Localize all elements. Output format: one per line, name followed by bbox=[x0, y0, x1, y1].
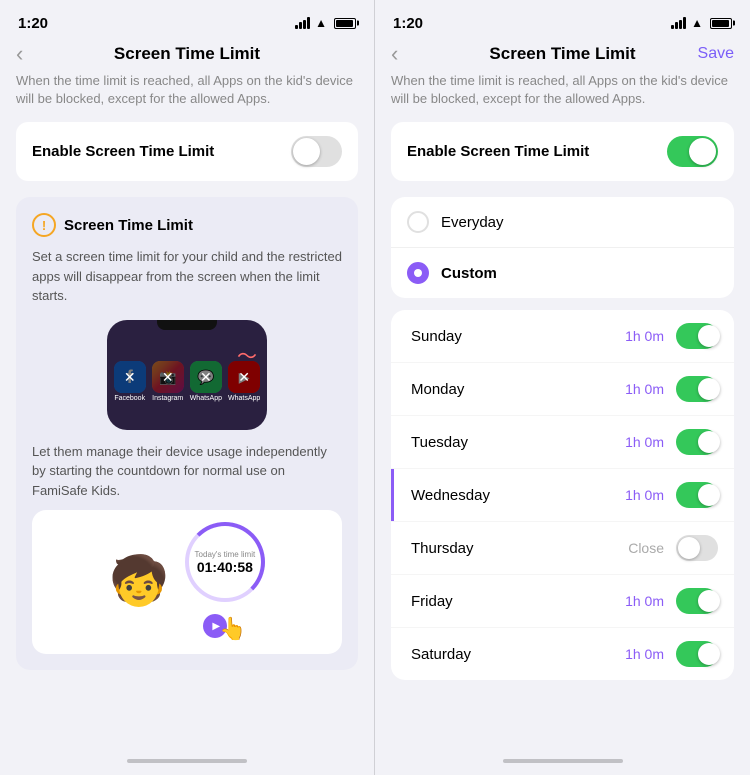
tuesday-toggle[interactable] bbox=[676, 429, 718, 455]
squiggle-decoration: 〜 bbox=[237, 340, 257, 369]
friday-indicator bbox=[391, 575, 394, 627]
left-toggle-thumb bbox=[293, 138, 320, 165]
left-toggle-label: Enable Screen Time Limit bbox=[32, 143, 214, 160]
monday-toggle[interactable] bbox=[676, 376, 718, 402]
sunday-time: 1h 0m bbox=[625, 328, 664, 344]
app-icon-facebook: f ✕ Facebook bbox=[114, 361, 146, 402]
right-enable-toggle-row: Enable Screen Time Limit bbox=[391, 122, 734, 181]
hand-illustration: 👆 bbox=[219, 616, 246, 642]
battery-icon bbox=[334, 18, 356, 29]
friday-time: 1h 0m bbox=[625, 593, 664, 609]
left-status-icons: ▲ bbox=[295, 16, 356, 30]
phone-notch bbox=[157, 320, 217, 330]
left-enable-toggle-row: Enable Screen Time Limit bbox=[16, 122, 358, 181]
right-back-button[interactable]: ‹ bbox=[391, 41, 398, 67]
timer-illustration: 🧒 Today's time limit 01:40:58 ▶ 👆 bbox=[32, 510, 342, 654]
back-button[interactable]: ‹ bbox=[16, 41, 23, 67]
info-card-footer: Let them manage their device usage indep… bbox=[32, 442, 342, 501]
tuesday-indicator bbox=[391, 416, 394, 468]
right-signal-icon bbox=[671, 17, 686, 29]
right-description: When the time limit is reached, all Apps… bbox=[391, 72, 734, 108]
custom-option[interactable]: Custom bbox=[391, 248, 734, 298]
monday-time: 1h 0m bbox=[625, 381, 664, 397]
right-home-bar bbox=[375, 751, 750, 775]
left-nav-bar: ‹ Screen Time Limit bbox=[0, 40, 374, 72]
tuesday-time: 1h 0m bbox=[625, 434, 664, 450]
saturday-indicator bbox=[391, 628, 394, 680]
left-page-title: Screen Time Limit bbox=[114, 44, 260, 64]
thursday-time: Close bbox=[628, 540, 664, 556]
everyday-option[interactable]: Everyday bbox=[391, 197, 734, 248]
info-icon: ! bbox=[32, 213, 56, 237]
tuesday-label: Tuesday bbox=[407, 434, 625, 451]
info-card: ! Screen Time Limit Set a screen time li… bbox=[16, 197, 358, 670]
saturday-label: Saturday bbox=[407, 646, 625, 663]
person-illustration: 🧒 bbox=[109, 558, 169, 606]
right-toggle-thumb bbox=[689, 138, 716, 165]
wednesday-row: Wednesday 1h 0m bbox=[391, 469, 734, 522]
timer-circle: Today's time limit 01:40:58 bbox=[185, 522, 265, 602]
friday-toggle[interactable] bbox=[676, 588, 718, 614]
sunday-row: Sunday 1h 0m bbox=[391, 310, 734, 363]
home-indicator bbox=[127, 759, 247, 763]
wednesday-label: Wednesday bbox=[407, 487, 625, 504]
monday-indicator bbox=[391, 363, 394, 415]
info-card-desc: Set a screen time limit for your child a… bbox=[32, 247, 342, 306]
friday-row: Friday 1h 0m bbox=[391, 575, 734, 628]
phone-illustration: f ✕ Facebook 📸 ✕ Instagram bbox=[107, 320, 267, 430]
thursday-toggle[interactable] bbox=[676, 535, 718, 561]
right-phone: 1:20 ▲ ‹ Screen Time Limit Save bbox=[375, 0, 750, 775]
app-icon-whatsapp: 💬 ✕ WhatsApp bbox=[190, 361, 222, 402]
thursday-label: Thursday bbox=[407, 540, 628, 557]
wednesday-toggle[interactable] bbox=[676, 482, 718, 508]
right-status-bar: 1:20 ▲ bbox=[375, 0, 750, 40]
left-phone: 1:20 ▲ ‹ Screen Time Limit When the t bbox=[0, 0, 375, 775]
monday-row: Monday 1h 0m bbox=[391, 363, 734, 416]
tuesday-row: Tuesday 1h 0m bbox=[391, 416, 734, 469]
play-hand-row: ▶ 👆 bbox=[203, 606, 246, 642]
right-content: When the time limit is reached, all Apps… bbox=[375, 72, 750, 751]
right-toggle-label: Enable Screen Time Limit bbox=[407, 143, 589, 160]
sunday-toggle[interactable] bbox=[676, 323, 718, 349]
sunday-label: Sunday bbox=[407, 328, 625, 345]
info-card-header: ! Screen Time Limit bbox=[32, 213, 342, 237]
info-card-title: Screen Time Limit bbox=[64, 217, 193, 234]
saturday-time: 1h 0m bbox=[625, 646, 664, 662]
sunday-indicator bbox=[391, 310, 394, 362]
left-status-time: 1:20 bbox=[18, 15, 48, 32]
thursday-indicator bbox=[391, 522, 394, 574]
saturday-row: Saturday 1h 0m bbox=[391, 628, 734, 680]
left-description: When the time limit is reached, all Apps… bbox=[16, 72, 358, 108]
save-button[interactable]: Save bbox=[698, 45, 734, 63]
right-status-icons: ▲ bbox=[671, 16, 732, 30]
app-icon-instagram: 📸 ✕ Instagram bbox=[152, 361, 184, 402]
custom-label: Custom bbox=[441, 265, 497, 282]
right-nav-bar: ‹ Screen Time Limit Save bbox=[375, 40, 750, 72]
monday-label: Monday bbox=[407, 381, 625, 398]
wednesday-indicator bbox=[391, 469, 394, 521]
everyday-label: Everyday bbox=[441, 214, 504, 231]
signal-icon bbox=[295, 17, 310, 29]
right-toggle[interactable] bbox=[667, 136, 718, 167]
left-status-bar: 1:20 ▲ bbox=[0, 0, 374, 40]
right-status-time: 1:20 bbox=[393, 15, 423, 32]
left-home-bar bbox=[0, 751, 374, 775]
friday-label: Friday bbox=[407, 593, 625, 610]
left-content: When the time limit is reached, all Apps… bbox=[0, 72, 374, 751]
wifi-icon: ▲ bbox=[315, 16, 327, 30]
custom-radio[interactable] bbox=[407, 262, 429, 284]
right-wifi-icon: ▲ bbox=[691, 16, 703, 30]
right-page-title: Screen Time Limit bbox=[489, 44, 635, 64]
everyday-radio[interactable] bbox=[407, 211, 429, 233]
right-home-indicator bbox=[503, 759, 623, 763]
days-list: Sunday 1h 0m Monday 1h 0m bbox=[391, 310, 734, 680]
saturday-toggle[interactable] bbox=[676, 641, 718, 667]
left-toggle[interactable] bbox=[291, 136, 342, 167]
schedule-options-card: Everyday Custom bbox=[391, 197, 734, 298]
right-battery-icon bbox=[710, 18, 732, 29]
wednesday-time: 1h 0m bbox=[625, 487, 664, 503]
thursday-row: Thursday Close bbox=[391, 522, 734, 575]
